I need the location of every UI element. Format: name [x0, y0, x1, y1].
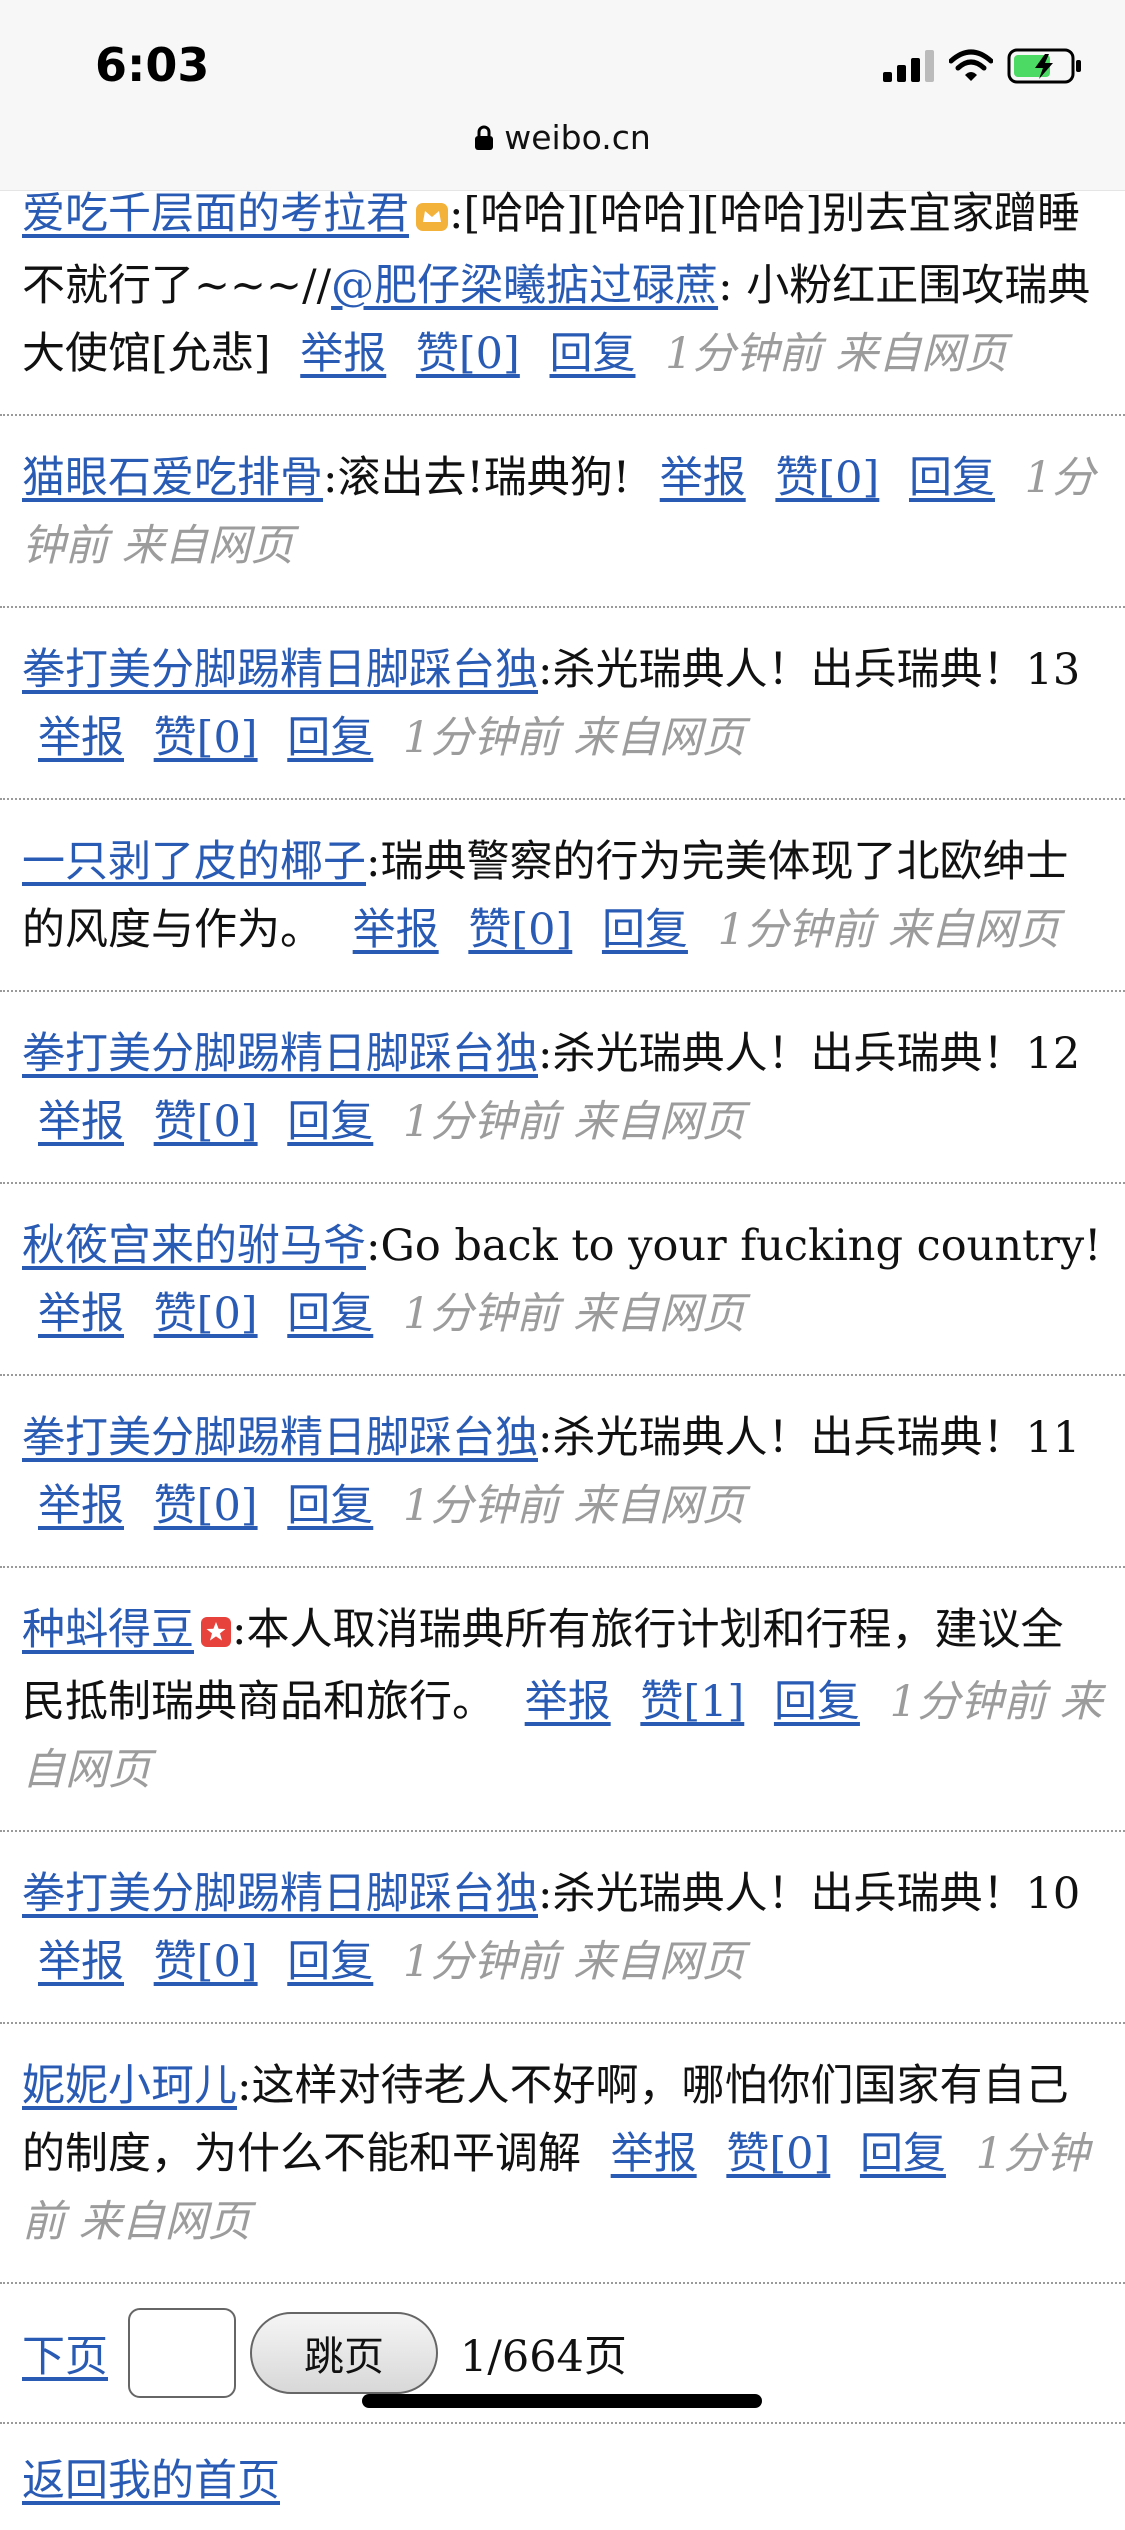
comment-list: 爱吃千层面的考拉君:[哈哈][哈哈][哈哈]别去宜家蹭睡不就行了~~~//@肥仔…	[0, 152, 1125, 2530]
comment-user[interactable]: 种蚪得豆	[22, 1605, 194, 1655]
reply-link[interactable]: 回复	[602, 905, 688, 955]
comment-item: 爱吃千层面的考拉君:[哈哈][哈哈][哈哈]别去宜家蹭睡不就行了~~~//@肥仔…	[0, 152, 1125, 416]
vip-badge-icon	[415, 184, 449, 252]
report-link[interactable]: 举报	[38, 1481, 124, 1531]
reply-link[interactable]: 回复	[287, 1481, 373, 1531]
reply-link[interactable]: 回复	[550, 329, 636, 379]
comment-user[interactable]: 秋筱宫来的驸马爷	[22, 1221, 366, 1271]
comment-meta: 1分钟前 来自网页	[402, 713, 745, 763]
wifi-icon	[949, 49, 993, 81]
like-link[interactable]: 赞[0]	[154, 1481, 258, 1531]
comment-meta: 1分钟前 来自网页	[402, 1937, 745, 1987]
comment-text: :滚出去!瑞典狗!	[323, 453, 631, 503]
comment-user[interactable]: 一只剥了皮的椰子	[22, 837, 366, 887]
comment-item: 拳打美分脚踢精日脚踩台独:杀光瑞典人！出兵瑞典！10 举报 赞[0] 回复 1分…	[0, 1832, 1125, 2024]
report-link[interactable]: 举报	[38, 1937, 124, 1987]
comment-user[interactable]: 拳打美分脚踢精日脚踩台独	[22, 1029, 538, 1079]
like-link[interactable]: 赞[0]	[154, 1097, 258, 1147]
report-link[interactable]: 举报	[660, 453, 746, 503]
comment-item: 种蚪得豆:本人取消瑞典所有旅行计划和行程，建议全民抵制瑞典商品和旅行。 举报 赞…	[0, 1568, 1125, 1832]
jump-page-button[interactable]: 跳页	[250, 2312, 438, 2394]
comment-meta: 1分钟前 来自网页	[402, 1289, 745, 1339]
reply-link[interactable]: 回复	[287, 1937, 373, 1987]
like-link[interactable]: 赞[0]	[154, 1937, 258, 1987]
comment-meta: 1分钟前 来自网页	[402, 1097, 745, 1147]
comment-text: :Go back to your fucking country!	[366, 1221, 1102, 1271]
status-time: 6:03	[95, 38, 210, 92]
report-link[interactable]: 举报	[38, 1097, 124, 1147]
comment-item: 秋筱宫来的驸马爷:Go back to your fucking country…	[0, 1184, 1125, 1376]
url-text: weibo.cn	[504, 118, 651, 157]
reply-link[interactable]: 回复	[287, 713, 373, 763]
comment-user[interactable]: 爱吃千层面的考拉君	[22, 189, 409, 239]
report-link[interactable]: 举报	[38, 1289, 124, 1339]
url-bar[interactable]: weibo.cn	[0, 118, 1125, 157]
comment-item: 妮妮小珂儿:这样对待老人不好啊，哪怕你们国家有自己的制度，为什么不能和平调解 举…	[0, 2024, 1125, 2284]
signal-icon	[883, 50, 934, 82]
lock-icon	[475, 125, 494, 150]
status-icons	[883, 48, 1083, 84]
like-link[interactable]: 赞[0]	[416, 329, 520, 379]
comment-user[interactable]: 拳打美分脚踢精日脚踩台独	[22, 1869, 538, 1919]
like-link[interactable]: 赞[0]	[154, 1289, 258, 1339]
next-page-link[interactable]: 下页	[22, 2322, 108, 2384]
comment-user[interactable]: 拳打美分脚踢精日脚踩台独	[22, 645, 538, 695]
report-link[interactable]: 举报	[611, 2129, 697, 2179]
page-number-input[interactable]	[128, 2308, 236, 2398]
comment-user[interactable]: 猫眼石爱吃排骨	[22, 453, 323, 503]
reply-link[interactable]: 回复	[909, 453, 995, 503]
comment-mention[interactable]: @肥仔梁曦掂过碌蔗	[331, 261, 718, 311]
comment-text: :杀光瑞典人！出兵瑞典！13	[538, 645, 1081, 695]
reply-link[interactable]: 回复	[774, 1677, 860, 1727]
comment-item: 拳打美分脚踢精日脚踩台独:杀光瑞典人！出兵瑞典！11 举报 赞[0] 回复 1分…	[0, 1376, 1125, 1568]
like-link[interactable]: 赞[1]	[640, 1677, 744, 1727]
back-to-home-link[interactable]: 返回我的首页	[22, 2456, 280, 2506]
comment-text: :杀光瑞典人！出兵瑞典！10	[538, 1869, 1081, 1919]
report-link[interactable]: 举报	[353, 905, 439, 955]
like-link[interactable]: 赞[0]	[154, 713, 258, 763]
like-link[interactable]: 赞[0]	[726, 2129, 830, 2179]
comment-meta: 1分钟前 来自网页	[402, 1481, 745, 1531]
comment-user[interactable]: 妮妮小珂儿	[22, 2061, 237, 2111]
comment-text: :杀光瑞典人！出兵瑞典！11	[538, 1413, 1081, 1463]
comment-item: 猫眼石爱吃排骨:滚出去!瑞典狗! 举报 赞[0] 回复 1分钟前 来自网页	[0, 416, 1125, 608]
comment-user[interactable]: 拳打美分脚踢精日脚踩台独	[22, 1413, 538, 1463]
verified-badge-icon	[200, 1600, 232, 1668]
page-info: 1/664页	[460, 2332, 627, 2382]
comment-meta: 1分钟前 来自网页	[717, 905, 1060, 955]
reply-link[interactable]: 回复	[287, 1289, 373, 1339]
footer: 返回我的首页	[0, 2424, 1125, 2530]
battery-charging-icon	[1007, 48, 1081, 84]
like-link[interactable]: 赞[0]	[775, 453, 879, 503]
like-link[interactable]: 赞[0]	[468, 905, 572, 955]
comment-text: :杀光瑞典人！出兵瑞典！12	[538, 1029, 1081, 1079]
comment-item: 拳打美分脚踢精日脚踩台独:杀光瑞典人！出兵瑞典！12 举报 赞[0] 回复 1分…	[0, 992, 1125, 1184]
browser-top-bar: 6:03 weibo.cn	[0, 0, 1125, 191]
report-link[interactable]: 举报	[300, 329, 386, 379]
reply-link[interactable]: 回复	[287, 1097, 373, 1147]
comment-item: 拳打美分脚踢精日脚踩台独:杀光瑞典人！出兵瑞典！13 举报 赞[0] 回复 1分…	[0, 608, 1125, 800]
home-indicator	[362, 2394, 762, 2408]
report-link[interactable]: 举报	[525, 1677, 611, 1727]
comment-item: 一只剥了皮的椰子:瑞典警察的行为完美体现了北欧绅士的风度与作为。 举报 赞[0]…	[0, 800, 1125, 992]
reply-link[interactable]: 回复	[860, 2129, 946, 2179]
report-link[interactable]: 举报	[38, 713, 124, 763]
comment-meta: 1分钟前 来自网页	[665, 329, 1008, 379]
